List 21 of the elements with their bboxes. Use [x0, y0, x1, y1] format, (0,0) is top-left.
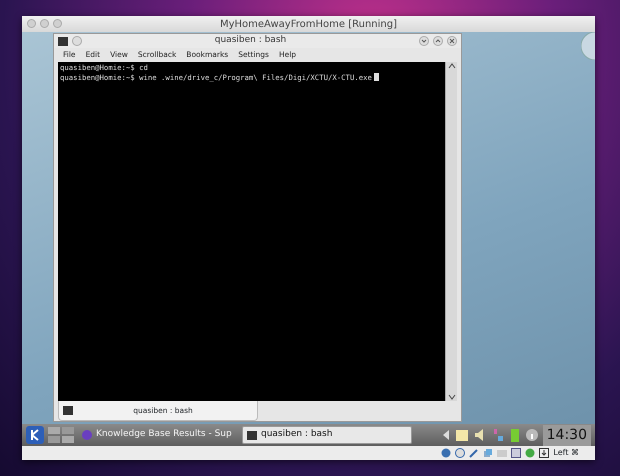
taskbar-task[interactable]: Knowledge Base Results - Sup: [78, 426, 238, 444]
host-key-label: Left ⌘: [553, 447, 579, 459]
clock[interactable]: 14:30: [542, 424, 591, 446]
kde-menu-icon[interactable]: [26, 426, 44, 444]
window-title: MyHomeAwayFromHome [Running]: [220, 18, 397, 32]
text-cursor: [374, 72, 379, 80]
screen-icon[interactable]: [511, 448, 522, 458]
info-icon[interactable]: [524, 428, 539, 442]
terminal-icon: [58, 36, 68, 46]
expand-tray-icon[interactable]: [440, 429, 451, 441]
window-title: quasiben : bash: [214, 34, 286, 48]
maximize-button[interactable]: [432, 36, 443, 46]
close-button[interactable]: [446, 36, 457, 46]
cd-icon[interactable]: [455, 448, 466, 458]
terminal-icon: [63, 406, 73, 415]
terminal-icon: [247, 430, 257, 440]
scroll-up-icon[interactable]: [448, 62, 456, 70]
minimize-button[interactable]: [418, 36, 429, 46]
download-icon[interactable]: [539, 448, 550, 458]
taskbar-task[interactable]: quasiben : bash: [242, 426, 412, 444]
scroll-down-icon[interactable]: [448, 393, 456, 401]
